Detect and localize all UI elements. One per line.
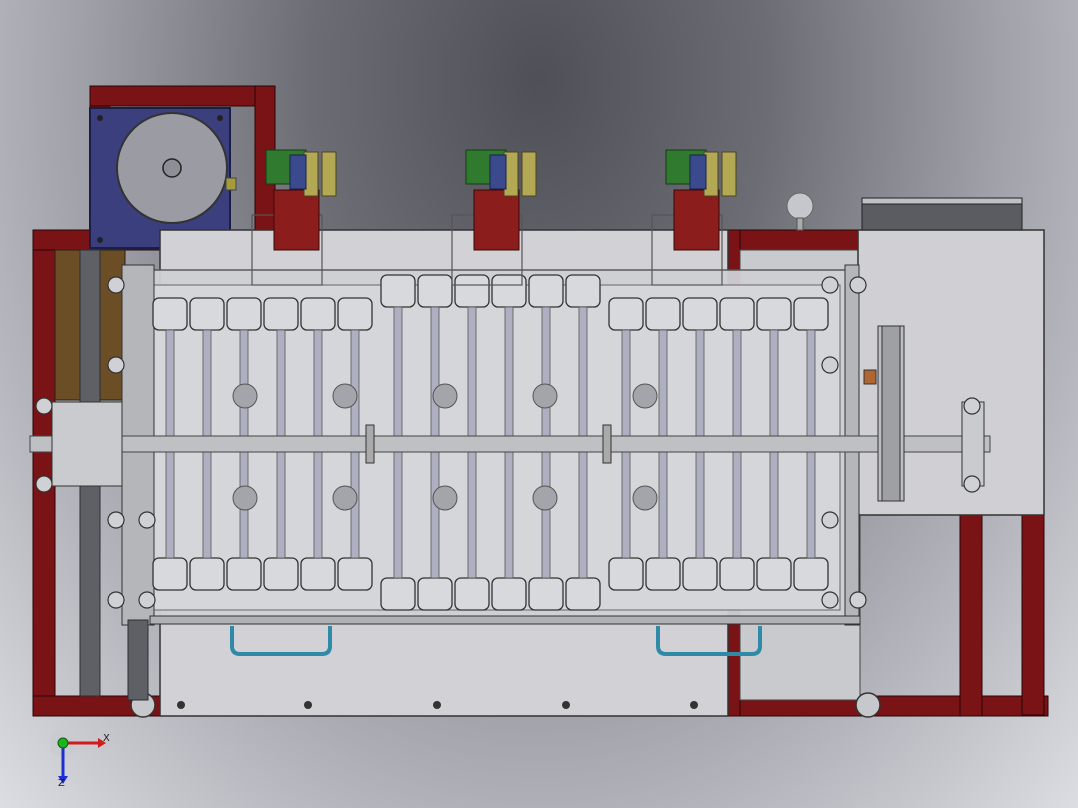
bolt: [107, 591, 125, 609]
roller-bottom: [226, 557, 262, 591]
roller-top: [756, 297, 792, 331]
roller-top: [608, 297, 644, 331]
roller-top: [337, 297, 373, 331]
roller-top: [793, 297, 829, 331]
roller-bottom: [645, 557, 681, 591]
port-hole: [432, 383, 458, 409]
port-hole: [232, 485, 258, 511]
roller-top: [226, 297, 262, 331]
roller-top: [263, 297, 299, 331]
roller-top: [565, 274, 601, 308]
port-hole: [332, 485, 358, 511]
roller-bottom: [380, 577, 416, 611]
cad-viewport[interactable]: X Z: [0, 0, 1078, 808]
roller-bottom: [300, 557, 336, 591]
port-hole: [532, 485, 558, 511]
bolt: [107, 356, 125, 374]
bolt: [35, 475, 53, 493]
z-axis-label: Z: [58, 778, 65, 789]
roller-top: [528, 274, 564, 308]
roller-top: [491, 274, 527, 308]
roller-bottom: [337, 557, 373, 591]
port-hole: [632, 485, 658, 511]
bolt: [138, 511, 156, 529]
roller-top: [719, 297, 755, 331]
roller-bottom: [756, 557, 792, 591]
roller-bottom: [793, 557, 829, 591]
rail-bolt: [433, 701, 441, 709]
roller-top: [152, 297, 188, 331]
roller-top: [682, 297, 718, 331]
roller-bottom: [491, 577, 527, 611]
bolt: [821, 356, 839, 374]
roller-bottom: [608, 557, 644, 591]
roller-top: [645, 297, 681, 331]
bolt: [107, 276, 125, 294]
port-hole: [232, 383, 258, 409]
roller-top: [380, 274, 416, 308]
roller-bottom: [719, 557, 755, 591]
roller-top: [454, 274, 490, 308]
foot-nut: [855, 692, 881, 718]
roller-bottom: [454, 577, 490, 611]
port-hole: [332, 383, 358, 409]
port-hole: [432, 485, 458, 511]
bolt: [849, 591, 867, 609]
roller-bottom: [528, 577, 564, 611]
roller-top: [300, 297, 336, 331]
bolt: [821, 276, 839, 294]
rail-bolt: [177, 701, 185, 709]
bolt: [821, 511, 839, 529]
roller-top: [417, 274, 453, 308]
roller-bottom: [189, 557, 225, 591]
knob: [786, 192, 814, 220]
axis-triad: X Z: [49, 728, 120, 798]
rail-bolt: [690, 701, 698, 709]
bolt: [963, 397, 981, 415]
roller-bottom: [682, 557, 718, 591]
roller-bottom: [565, 577, 601, 611]
y-axis-marker: [57, 737, 69, 749]
machine-assembly-drawing: [29, 85, 1049, 718]
rail-bolt: [304, 701, 312, 709]
roller-bottom: [152, 557, 188, 591]
roller-top: [189, 297, 225, 331]
motor: [89, 107, 237, 249]
port-hole: [532, 383, 558, 409]
port-hole: [632, 383, 658, 409]
rail-bolt: [562, 701, 570, 709]
bolt: [35, 397, 53, 415]
bolt: [821, 591, 839, 609]
x-axis-label: X: [103, 733, 110, 744]
roller-bottom: [417, 577, 453, 611]
bolt: [138, 591, 156, 609]
bolt: [963, 475, 981, 493]
bolt: [849, 276, 867, 294]
roller-bottom: [263, 557, 299, 591]
bolt: [107, 511, 125, 529]
